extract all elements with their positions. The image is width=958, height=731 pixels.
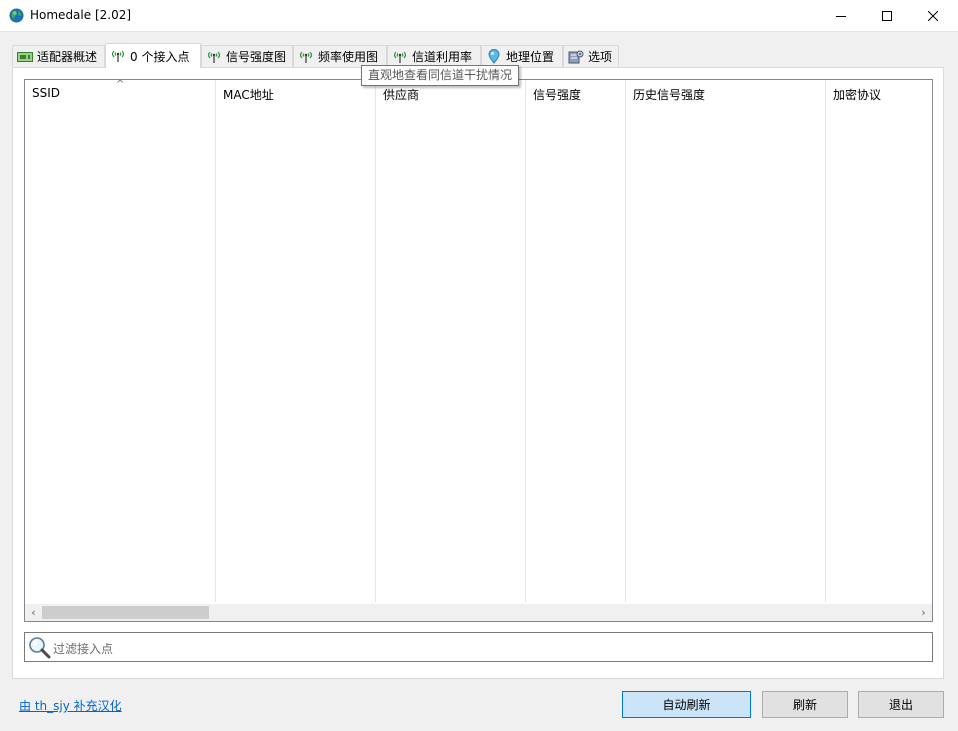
access-point-list[interactable]: ^ SSID MAC地址 供应商 信号强度 历史信号强度 加密协议 ‹ › xyxy=(24,79,933,622)
credit-link[interactable]: 由 th_sjy 补充汉化 xyxy=(19,697,122,714)
exit-button[interactable]: 退出 xyxy=(858,691,944,718)
maximize-icon xyxy=(882,11,892,21)
column-header[interactable]: 加密协议 xyxy=(833,86,881,103)
column-header[interactable]: MAC地址 xyxy=(223,86,274,103)
filter-input[interactable]: 过滤接入点 xyxy=(24,632,933,662)
column-mac-address[interactable]: MAC地址 xyxy=(216,80,376,602)
adapter-icon xyxy=(17,50,33,64)
globe-icon xyxy=(9,8,24,23)
title-bar: Homedale [2.02] xyxy=(0,0,958,32)
tooltip: 直观地查看同信道干扰情况 xyxy=(361,65,520,86)
tab-frequency-usage[interactable]: 频率使用图 xyxy=(293,45,387,67)
auto-refresh-button[interactable]: 自动刷新 xyxy=(622,691,751,718)
tab-panel: ^ SSID MAC地址 供应商 信号强度 历史信号强度 加密协议 ‹ › 过滤… xyxy=(12,67,944,679)
maximize-button[interactable] xyxy=(864,0,910,32)
options-icon xyxy=(568,50,584,64)
column-header[interactable]: SSID xyxy=(32,86,60,100)
column-signal-strength[interactable]: 信号强度 xyxy=(526,80,626,602)
search-icon xyxy=(29,637,51,659)
tab-access-points[interactable]: 0 个接入点 xyxy=(105,43,201,68)
column-encryption[interactable]: 加密协议 xyxy=(826,80,932,602)
tab-geo-location[interactable]: 地理位置 xyxy=(481,45,563,67)
tab-label: 适配器概述 xyxy=(37,50,98,64)
column-header[interactable]: 供应商 xyxy=(383,86,419,103)
horizontal-scrollbar[interactable]: ‹ › xyxy=(25,604,932,621)
tab-channel-usage[interactable]: 信道利用率 xyxy=(387,45,481,67)
tab-label: 地理位置 xyxy=(506,50,555,64)
scroll-right-icon[interactable]: › xyxy=(915,604,932,621)
tab-label: 信号强度图 xyxy=(226,50,287,64)
tab-label: 选项 xyxy=(588,50,613,64)
tab-label: 0 个接入点 xyxy=(130,49,190,64)
minimize-button[interactable] xyxy=(818,0,864,32)
tab-label: 信道利用率 xyxy=(412,50,473,64)
column-ssid[interactable]: ^ SSID xyxy=(25,80,216,602)
window-title: Homedale [2.02] xyxy=(30,8,132,22)
scrollbar-thumb[interactable] xyxy=(42,606,209,619)
column-header[interactable]: 信号强度 xyxy=(533,86,581,103)
sort-ascending-icon: ^ xyxy=(116,79,125,90)
antenna-icon xyxy=(298,50,314,64)
antenna-icon xyxy=(392,50,408,64)
column-vendor[interactable]: 供应商 xyxy=(376,80,526,602)
tab-options[interactable]: 选项 xyxy=(563,45,619,67)
minimize-icon xyxy=(836,16,846,17)
tab-signal-strength[interactable]: 信号强度图 xyxy=(201,45,293,67)
antenna-icon xyxy=(110,49,126,63)
antenna-icon xyxy=(206,50,222,64)
column-signal-history[interactable]: 历史信号强度 xyxy=(626,80,826,602)
location-pin-icon xyxy=(486,49,502,64)
filter-placeholder: 过滤接入点 xyxy=(53,642,114,656)
close-button[interactable] xyxy=(910,0,956,32)
tab-adapter-overview[interactable]: 适配器概述 xyxy=(12,45,105,67)
tab-label: 频率使用图 xyxy=(318,50,379,64)
column-header[interactable]: 历史信号强度 xyxy=(633,86,705,103)
refresh-button[interactable]: 刷新 xyxy=(762,691,848,718)
close-icon xyxy=(928,11,938,21)
scroll-left-icon[interactable]: ‹ xyxy=(25,604,42,621)
tab-strip: 适配器概述 0 个接入点 信号强度图 频率使用图 信道利用率 地理位置 选项 xyxy=(12,43,942,68)
